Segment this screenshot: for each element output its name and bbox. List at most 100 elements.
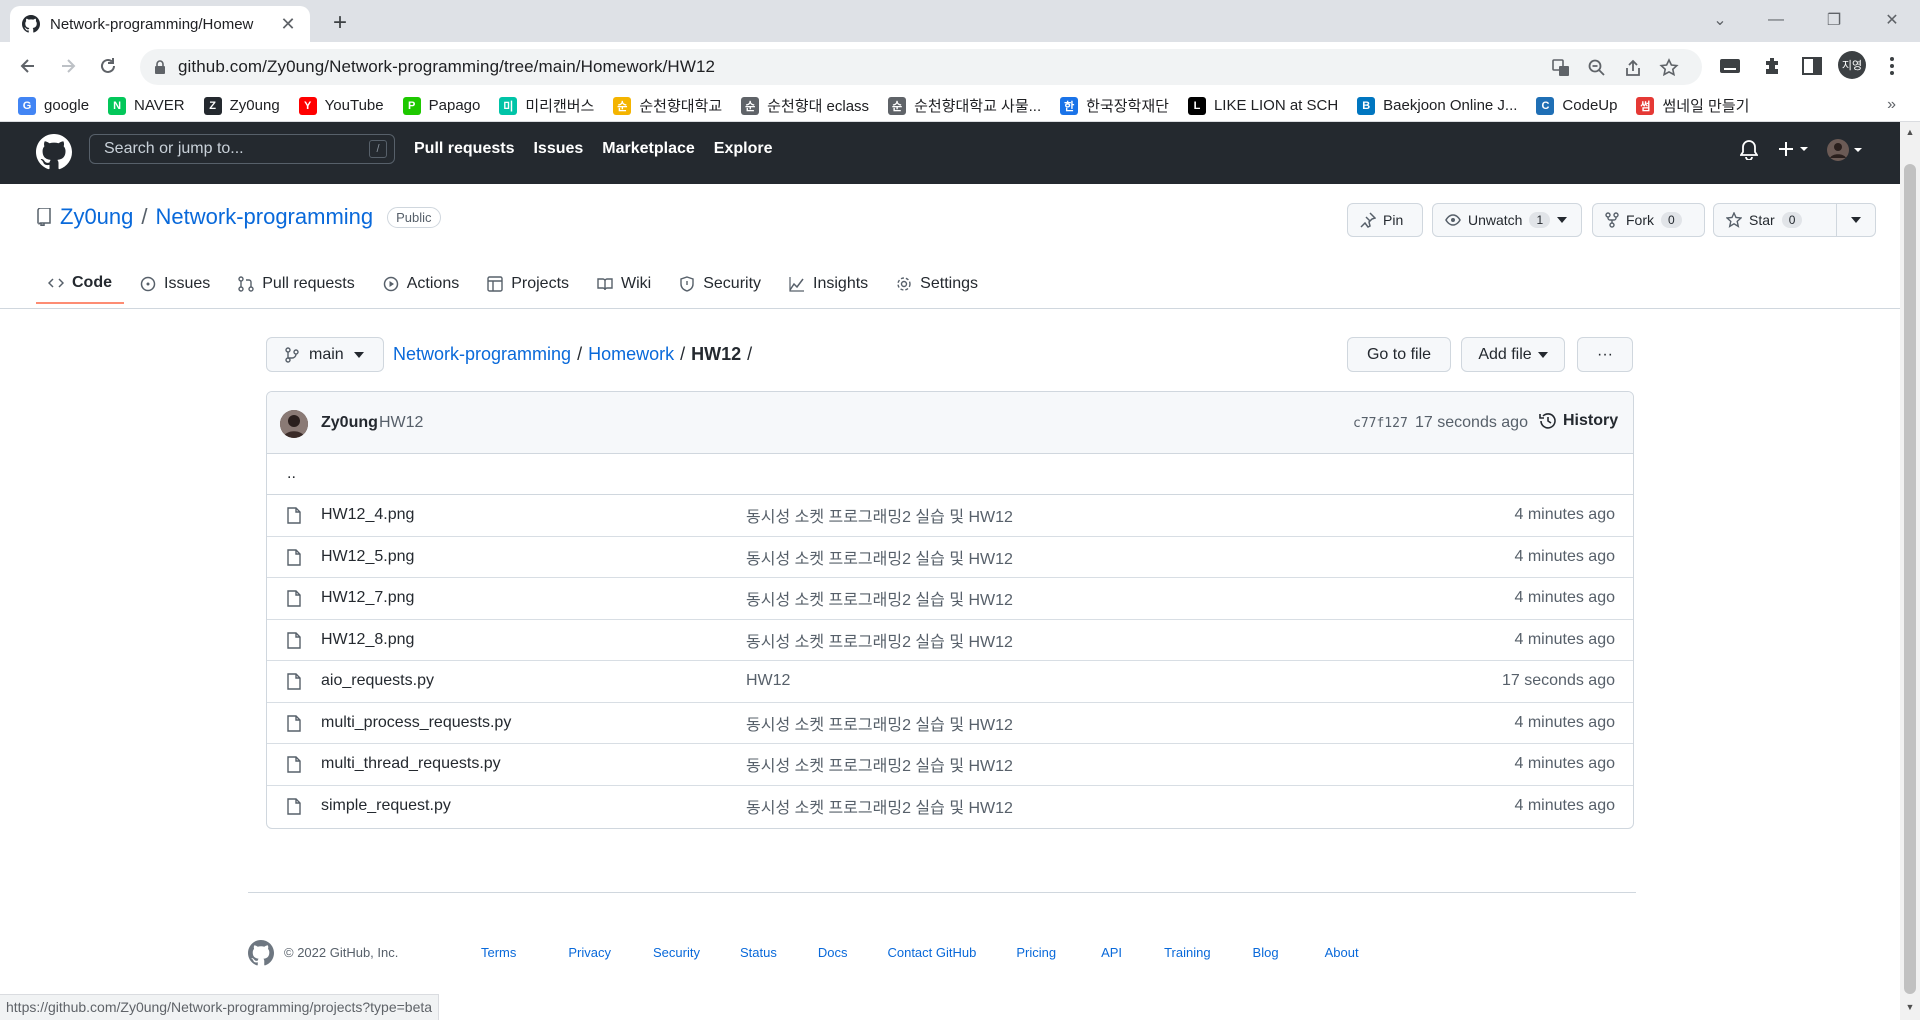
bookmark-item[interactable]: 순 순천향대학교	[613, 95, 722, 116]
restore-button[interactable]: ❐	[1806, 0, 1862, 40]
footer-link-blog[interactable]: Blog	[1253, 945, 1279, 960]
browser-tab[interactable]: Network-programming/Homew ✕	[10, 6, 310, 42]
tab-close-icon[interactable]: ✕	[278, 14, 298, 34]
forward-button[interactable]	[52, 50, 84, 82]
bookmark-item[interactable]: N NAVER	[108, 96, 185, 115]
keyboard-icon[interactable]	[1718, 54, 1742, 78]
bookmark-item[interactable]: Ggoogle	[18, 96, 89, 115]
repo-name-link[interactable]: Network-programming	[156, 204, 374, 230]
tab-insights[interactable]: Insights	[777, 264, 880, 304]
bookmark-item[interactable]: C CodeUp	[1536, 96, 1617, 115]
file-name-link[interactable]: HW12_4.png	[321, 506, 414, 524]
footer-link-training[interactable]: Training	[1164, 945, 1210, 960]
lock-icon[interactable]	[154, 60, 166, 74]
footer-link-docs[interactable]: Docs	[818, 945, 848, 960]
minimize-button[interactable]: —	[1748, 0, 1804, 40]
file-commit-message-link[interactable]: HW12	[746, 672, 790, 690]
bookmark-star-icon[interactable]	[1658, 57, 1680, 79]
file-name-link[interactable]: HW12_8.png	[321, 631, 414, 649]
bookmark-item[interactable]: Y YouTube	[298, 96, 384, 115]
file-name-link[interactable]: HW12_7.png	[321, 589, 414, 607]
footer-link-status[interactable]: Status	[740, 945, 777, 960]
more-bookmarks-icon[interactable]: »	[1887, 96, 1896, 114]
share-icon[interactable]	[1622, 57, 1644, 79]
commit-author-avatar[interactable]	[280, 410, 308, 438]
file-commit-message-link[interactable]: 동시성 소켓 프로그래밍2 실습 및 HW12	[746, 545, 1013, 569]
file-name-link[interactable]: aio_requests.py	[321, 672, 434, 690]
commit-author[interactable]: Zy0ung	[321, 414, 378, 432]
side-panel-icon[interactable]	[1800, 54, 1824, 78]
bookmark-item[interactable]: L LIKE LION at SCH	[1187, 96, 1338, 115]
zoom-icon[interactable]	[1586, 57, 1608, 79]
tab-issues[interactable]: Issues	[128, 264, 222, 304]
bookmark-item[interactable]: 썸 썸네일 만들기	[1636, 95, 1749, 116]
file-commit-message-link[interactable]: 동시성 소켓 프로그래밍2 실습 및 HW12	[746, 752, 1013, 776]
nav-issues[interactable]: Issues	[533, 140, 583, 158]
repo-owner-link[interactable]: Zy0ung	[60, 204, 133, 230]
footer-link-about[interactable]: About	[1325, 945, 1359, 960]
file-commit-message-link[interactable]: 동시성 소켓 프로그래밍2 실습 및 HW12	[746, 503, 1013, 527]
footer-link-pricing[interactable]: Pricing	[1016, 945, 1056, 960]
breadcrumb-homework-link[interactable]: Homework	[588, 344, 674, 365]
translate-icon[interactable]	[1550, 57, 1572, 79]
pin-button[interactable]: Pin	[1347, 203, 1423, 237]
github-search-input[interactable]: Search or jump to... /	[89, 134, 395, 164]
bookmark-item[interactable]: 한 한국장학재단	[1060, 95, 1169, 116]
footer-link-security[interactable]: Security	[653, 945, 700, 960]
github-footer-logo-icon[interactable]	[248, 940, 274, 966]
footer-link-contact-github[interactable]: Contact GitHub	[887, 945, 976, 960]
commit-sha[interactable]: c77f127	[1353, 416, 1408, 431]
file-name-link[interactable]: simple_request.py	[321, 797, 451, 815]
notifications-bell-icon[interactable]	[1740, 140, 1758, 160]
new-tab-button[interactable]: +	[326, 9, 354, 37]
tab-code[interactable]: Code	[36, 264, 124, 304]
file-name-link[interactable]: multi_thread_requests.py	[321, 755, 501, 773]
branch-selector[interactable]: main	[266, 337, 384, 372]
file-name-link[interactable]: HW12_5.png	[321, 548, 414, 566]
file-name-link[interactable]: multi_process_requests.py	[321, 714, 511, 732]
close-window-button[interactable]: ✕	[1864, 0, 1920, 40]
back-button[interactable]	[12, 50, 44, 82]
go-to-file-button[interactable]: Go to file	[1347, 337, 1451, 372]
nav-marketplace[interactable]: Marketplace	[602, 140, 695, 158]
bookmark-item[interactable]: 순 순천향대학교 사물...	[888, 95, 1041, 116]
file-commit-message-link[interactable]: 동시성 소켓 프로그래밍2 실습 및 HW12	[746, 794, 1013, 818]
file-commit-message-link[interactable]: 동시성 소켓 프로그래밍2 실습 및 HW12	[746, 711, 1013, 735]
history-link[interactable]: History	[1539, 412, 1618, 430]
scroll-up-arrow-icon[interactable]: ▲	[1905, 127, 1915, 137]
create-new-plus-icon[interactable]	[1778, 140, 1810, 158]
scroll-down-arrow-icon[interactable]: ▼	[1905, 1002, 1915, 1012]
github-logo-icon[interactable]	[36, 134, 72, 170]
file-commit-message-link[interactable]: 동시성 소켓 프로그래밍2 실습 및 HW12	[746, 628, 1013, 652]
browser-menu-icon[interactable]	[1880, 54, 1904, 78]
file-commit-message-link[interactable]: 동시성 소켓 프로그래밍2 실습 및 HW12	[746, 586, 1013, 610]
tab-security[interactable]: Security	[667, 264, 773, 304]
user-avatar-menu-icon[interactable]	[1826, 138, 1866, 162]
tab-pull-requests[interactable]: Pull requests	[226, 264, 367, 304]
profile-avatar[interactable]: 지영	[1838, 51, 1866, 79]
star-button[interactable]: Star 0	[1713, 203, 1837, 237]
star-list-dropdown[interactable]	[1836, 203, 1876, 237]
scrollbar-thumb[interactable]	[1904, 164, 1916, 994]
footer-link-privacy[interactable]: Privacy	[568, 945, 611, 960]
footer-link-terms[interactable]: Terms	[481, 945, 516, 960]
bookmark-item[interactable]: 미 미리캔버스	[499, 95, 594, 116]
tab-wiki[interactable]: Wiki	[585, 264, 663, 304]
breadcrumb-root-link[interactable]: Network-programming	[393, 344, 571, 365]
parent-directory-link[interactable]: ..	[267, 454, 1633, 495]
unwatch-button[interactable]: Unwatch 1	[1432, 203, 1582, 237]
extensions-icon[interactable]	[1760, 54, 1784, 78]
address-bar[interactable]: github.com/Zy0ung/Network-programming/tr…	[140, 49, 1702, 85]
bookmark-item[interactable]: Z Zy0ung	[203, 96, 280, 115]
tab-projects[interactable]: Projects	[475, 264, 581, 304]
footer-link-api[interactable]: API	[1101, 945, 1122, 960]
reload-button[interactable]	[92, 50, 124, 82]
add-file-button[interactable]: Add file	[1461, 337, 1565, 372]
nav-pull-requests[interactable]: Pull requests	[414, 140, 514, 158]
page-scrollbar[interactable]: ▲ ▼	[1900, 122, 1920, 1020]
more-options-button[interactable]: ···	[1577, 337, 1633, 372]
bookmark-item[interactable]: P Papago	[402, 96, 480, 115]
nav-explore[interactable]: Explore	[714, 140, 773, 158]
bookmark-item[interactable]: B Baekjoon Online J...	[1357, 96, 1517, 115]
tab-settings[interactable]: Settings	[884, 264, 990, 304]
